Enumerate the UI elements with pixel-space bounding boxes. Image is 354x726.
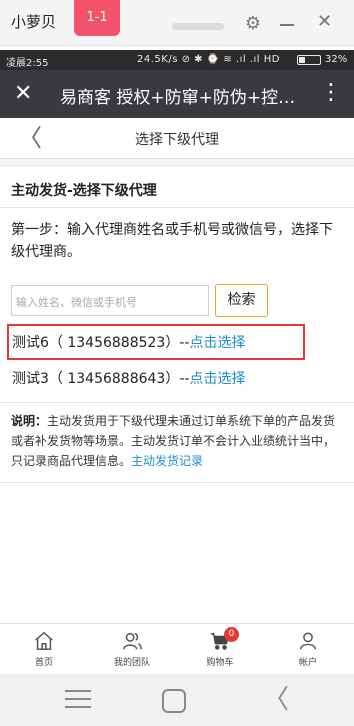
- close-icon[interactable]: ✕: [14, 82, 32, 106]
- agent-item: 测试6（ 13456888523）--点击选择: [12, 331, 245, 355]
- bottom-tab-bar: 首页 我的团队 0 购物车 帐户: [0, 623, 354, 672]
- emulator-title: 小萝贝: [11, 13, 57, 31]
- note-text: 说明：主动发货用于下级代理未通过订单系统下单的产品发货或者补发货物等场景。主动发…: [11, 411, 345, 471]
- cart-count-badge: 0: [224, 627, 239, 642]
- battery-icon: [297, 55, 321, 65]
- note-label: 说明：: [11, 414, 48, 428]
- status-bar: 凌晨2:55 24.5K/s ⊘ ✱ ⌚ ≋ .ıl .ıl HD 32%: [0, 50, 354, 70]
- battery-level: [299, 57, 305, 63]
- tab-label: 首页: [34, 658, 53, 668]
- close-icon[interactable]: ✕: [317, 12, 332, 32]
- system-nav-bar: 〈: [0, 674, 354, 726]
- agent-name: 测试3（ 13456888643）--: [12, 371, 190, 387]
- tab-team[interactable]: 我的团队: [88, 624, 176, 673]
- back-icon[interactable]: 〈: [18, 125, 42, 151]
- status-indicators: 24.5K/s ⊘ ✱ ⌚ ≋ .ıl .ıl HD: [137, 54, 280, 65]
- webview-title: 易商客 授权+防窜+防伪+控价...: [60, 88, 310, 108]
- emulator-drag-handle[interactable]: [172, 23, 224, 30]
- tab-label: 我的团队: [113, 658, 150, 668]
- select-agent-link[interactable]: 点击选择: [189, 335, 245, 351]
- step-instructions: 第一步：输入代理商姓名或手机号或微信号，选择下级代理商。: [11, 222, 333, 260]
- home-icon: [35, 631, 53, 650]
- back-arrow-icon[interactable]: 〈: [263, 686, 289, 714]
- section-gap: [0, 159, 354, 167]
- search-button[interactable]: 检索: [215, 284, 268, 317]
- search-input[interactable]: 输入姓名、微信或手机号: [11, 285, 209, 316]
- emulator-toolbar: 小萝贝 1-1 ⚙ ✕: [0, 0, 354, 46]
- select-agent-link[interactable]: 点击选择: [189, 371, 245, 387]
- minimize-icon[interactable]: [280, 24, 294, 26]
- tab-cart[interactable]: 0 购物车: [176, 624, 264, 673]
- tab-account[interactable]: 帐户: [264, 624, 352, 673]
- emulator-badge[interactable]: 1-1: [74, 0, 120, 36]
- gear-icon[interactable]: ⚙: [243, 14, 263, 34]
- menu-icon[interactable]: [65, 690, 91, 714]
- tab-label: 购物车: [206, 658, 234, 668]
- divider: [0, 402, 354, 403]
- section-title: 主动发货-选择下级代理: [11, 183, 157, 199]
- page-title: 选择下级代理: [135, 132, 219, 148]
- status-time: 凌晨2:55: [6, 58, 49, 69]
- agent-name: 测试6（ 13456888523）--: [12, 335, 190, 351]
- divider: [0, 482, 354, 483]
- page-header: 选择下级代理 〈: [0, 118, 354, 159]
- team-icon: [123, 632, 142, 650]
- tab-home[interactable]: 首页: [0, 624, 88, 673]
- webview-titlebar: ✕ 易商客 授权+防窜+防伪+控价... ⋮: [0, 70, 354, 118]
- tab-label: 帐户: [298, 658, 317, 668]
- shipment-records-link[interactable]: 主动发货记录: [131, 454, 203, 468]
- agent-item: 测试3（ 13456888643）--点击选择: [12, 367, 245, 391]
- home-button-icon[interactable]: [162, 689, 186, 713]
- more-icon[interactable]: ⋮: [320, 81, 342, 105]
- battery-percent: 32%: [325, 54, 348, 65]
- divider: [0, 207, 354, 208]
- account-icon: [299, 632, 317, 650]
